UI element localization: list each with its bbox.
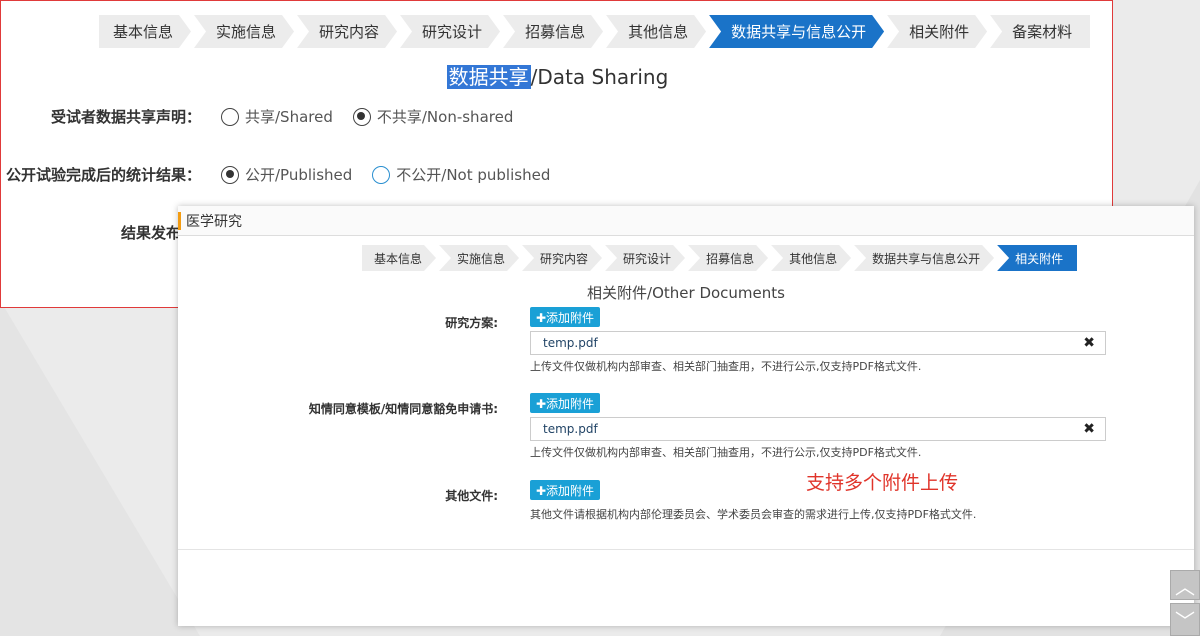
background-shape: [0, 300, 200, 636]
radio-checked-icon: [352, 107, 371, 126]
step-attachments[interactable]: 相关附件: [887, 15, 987, 48]
radio-checked-icon: [221, 165, 239, 184]
field-label: 结果发布: [120, 224, 181, 242]
section-title: 数据共享/Data Sharing: [1, 61, 1114, 90]
scroll-up-button[interactable]: ︿: [1170, 570, 1200, 600]
chevron-up-icon: ︿: [1175, 574, 1195, 599]
step-implementation-info[interactable]: 实施信息: [194, 15, 294, 48]
step-data-sharing[interactable]: 数据共享与信息公开: [854, 245, 994, 271]
scroll-down-button[interactable]: ﹀: [1170, 603, 1200, 636]
step-data-sharing[interactable]: 数据共享与信息公开: [709, 15, 884, 48]
add-attachment-button[interactable]: ✚添加附件: [530, 393, 601, 413]
step-nav: 基本信息 实施信息 研究内容 研究设计 招募信息 其他信息 数据共享与信息公开 …: [99, 15, 1093, 48]
radio-label: 共享/Shared: [245, 108, 333, 126]
chevron-down-icon: ﹀: [1175, 609, 1195, 633]
upload-note: 其他文件请根据机构内部伦理委员会、学术委员会审查的需求进行上传,仅支持PDF格式…: [530, 508, 977, 521]
attached-file: temp.pdf ✖: [530, 331, 1106, 355]
section-title: 相关附件/Other Documents: [587, 284, 785, 302]
step-research-content[interactable]: 研究内容: [522, 245, 602, 271]
informed-consent-label: 知情同意模板/知情同意豁免申请书:: [308, 402, 498, 416]
upload-note: 上传文件仅做机构内部审查、相关部门抽查用，不进行公示,仅支持PDF格式文件.: [530, 360, 922, 373]
step-recruitment-info[interactable]: 招募信息: [503, 15, 603, 48]
upload-note: 上传文件仅做机构内部审查、相关部门抽查用，不进行公示,仅支持PDF格式文件.: [530, 446, 922, 459]
radio-label: 不公开/Not published: [396, 166, 551, 184]
step-basic-info[interactable]: 基本信息: [362, 245, 436, 271]
step-attachments[interactable]: 相关附件: [997, 245, 1078, 271]
other-files-label: 其他文件:: [445, 489, 498, 503]
step-implementation-info[interactable]: 实施信息: [439, 245, 519, 271]
data-sharing-statement-row: 受试者数据共享声明： 共享/Shared 不共享/Non-shared: [1, 106, 533, 127]
field-label: 公开试验完成后的统计结果：: [5, 166, 201, 184]
radio-not-published[interactable]: 不公开/Not published: [372, 164, 550, 185]
panel-header: 医学研究: [178, 206, 1194, 236]
step-nav: 基本信息 实施信息 研究内容 研究设计 招募信息 其他信息 数据共享与信息公开 …: [362, 245, 1080, 271]
attachments-panel: 医学研究 基本信息 实施信息 研究内容 研究设计 招募信息 其他信息 数据共享与…: [178, 206, 1194, 626]
step-other-info[interactable]: 其他信息: [606, 15, 706, 48]
attached-file: temp.pdf ✖: [530, 417, 1106, 441]
divider: [178, 549, 1194, 550]
multi-upload-tip: 支持多个附件上传: [806, 472, 959, 494]
file-name[interactable]: temp.pdf: [543, 336, 598, 350]
step-research-content[interactable]: 研究内容: [297, 15, 397, 48]
step-recruitment-info[interactable]: 招募信息: [688, 245, 768, 271]
step-basic-info[interactable]: 基本信息: [99, 15, 191, 48]
statistics-publish-row: 公开试验完成后的统计结果： 公开/Published 不公开/Not publi…: [1, 164, 570, 185]
field-label: 受试者数据共享声明：: [50, 108, 201, 126]
step-filing-materials[interactable]: 备案材料: [990, 15, 1091, 48]
title-highlight: 数据共享: [446, 65, 531, 89]
close-icon[interactable]: ✖: [1083, 421, 1095, 437]
radio-label: 公开/Published: [245, 166, 353, 184]
step-research-design[interactable]: 研究设计: [400, 15, 500, 48]
title-rest: /Data Sharing: [530, 65, 669, 89]
research-protocol-label: 研究方案:: [445, 316, 498, 330]
close-icon[interactable]: ✖: [1083, 335, 1095, 351]
step-other-info[interactable]: 其他信息: [771, 245, 851, 271]
radio-label: 不共享/Non-shared: [376, 108, 514, 126]
add-attachment-button[interactable]: ✚添加附件: [530, 307, 601, 327]
radio-non-shared[interactable]: 不共享/Non-shared: [352, 106, 514, 127]
add-attachment-button[interactable]: ✚添加附件: [530, 480, 601, 500]
result-release-row: 结果发布: [1, 222, 181, 243]
radio-circle-icon: [372, 165, 391, 184]
radio-published[interactable]: 公开/Published: [221, 164, 352, 185]
file-name[interactable]: temp.pdf: [543, 422, 598, 436]
step-research-design[interactable]: 研究设计: [605, 245, 685, 271]
radio-circle-icon: [221, 107, 239, 126]
radio-shared[interactable]: 共享/Shared: [221, 106, 333, 127]
